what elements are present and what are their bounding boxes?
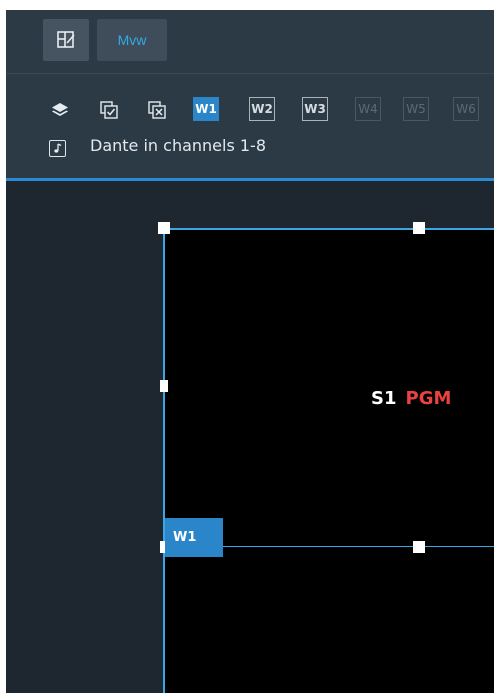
pgm-tally: PGM (405, 388, 452, 409)
layout-edit-icon (57, 31, 75, 48)
multiviewer-editor: Mvw W1 W2 W3 W4 W5 W6 Dante in channels … (6, 10, 494, 693)
resize-handle-top-left[interactable] (158, 222, 170, 234)
window-button-w4[interactable]: W4 (355, 97, 381, 121)
mvw-label: Mvw (117, 32, 147, 48)
select-all-icon[interactable] (99, 100, 119, 120)
window-toolbar: W1 W2 W3 W4 W5 W6 Dante in channels 1-8 (6, 74, 494, 181)
resize-handle-left[interactable] (160, 380, 168, 392)
layout-edit-button[interactable] (43, 19, 89, 61)
mvw-tab[interactable]: Mvw (97, 19, 167, 61)
window-button-w2[interactable]: W2 (249, 97, 275, 121)
deselect-all-icon[interactable] (147, 100, 167, 120)
resize-handle-bottom[interactable] (413, 541, 425, 553)
multiviewer-canvas: S1 PGM W1 (6, 181, 494, 693)
top-toolbar: Mvw (6, 10, 494, 74)
window-button-w3[interactable]: W3 (302, 97, 328, 121)
source-name: S1 (371, 388, 397, 409)
window-button-w5[interactable]: W5 (403, 97, 429, 121)
resize-handle-top[interactable] (413, 222, 425, 234)
window-w1[interactable] (163, 228, 494, 693)
window-button-w6[interactable]: W6 (453, 97, 479, 121)
window-button-w1[interactable]: W1 (193, 97, 219, 121)
audio-source-label[interactable]: Dante in channels 1-8 (90, 136, 266, 155)
window-tag-w1: W1 (165, 518, 223, 557)
music-note-icon[interactable] (49, 140, 66, 157)
layers-icon[interactable] (50, 100, 70, 120)
music-note-glyph (54, 143, 62, 153)
source-label: S1 PGM (371, 388, 451, 409)
